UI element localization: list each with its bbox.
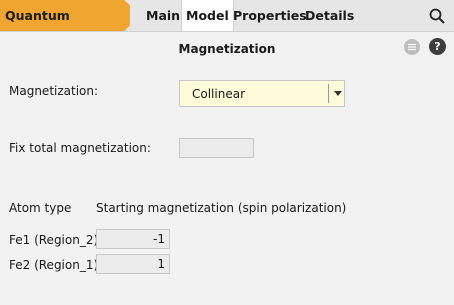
fix-total-magnetization-field[interactable] <box>179 138 254 158</box>
atom-type-label: Fe1 (Region_2) <box>9 233 99 247</box>
top-bar: Quantum ESPRESSO Main Model Properties D… <box>0 0 454 32</box>
starting-magnetization-field[interactable]: 1 <box>96 254 170 274</box>
tab-model[interactable]: Model <box>181 0 234 31</box>
tab-details[interactable]: Details <box>305 0 354 31</box>
menu-icon[interactable] <box>404 39 420 55</box>
magnetization-label: Magnetization: <box>9 84 99 98</box>
chevron-down-icon <box>334 91 342 96</box>
tab-properties[interactable]: Properties <box>233 0 307 31</box>
magnetization-dropdown[interactable]: Collinear <box>179 80 345 107</box>
starting-magnetization-field[interactable]: -1 <box>96 229 170 249</box>
magnetization-value: Collinear <box>192 87 245 101</box>
dropdown-separator <box>328 84 329 103</box>
atom-type-label: Fe2 (Region_1) <box>9 258 99 272</box>
search-icon[interactable] <box>429 8 445 24</box>
panel-title: Magnetization <box>178 42 276 56</box>
app-brand: Quantum ESPRESSO <box>0 0 142 31</box>
help-icon[interactable]: ? <box>429 38 446 55</box>
starting-magnetization-header: Starting magnetization (spin polarizatio… <box>96 201 347 215</box>
tab-main[interactable]: Main <box>146 0 180 31</box>
app-name: Quantum ESPRESSO <box>0 0 130 31</box>
menu-lines-icon <box>408 43 416 51</box>
fix-total-magnetization-label: Fix total magnetization: <box>9 141 151 155</box>
atom-type-header: Atom type <box>9 201 72 215</box>
